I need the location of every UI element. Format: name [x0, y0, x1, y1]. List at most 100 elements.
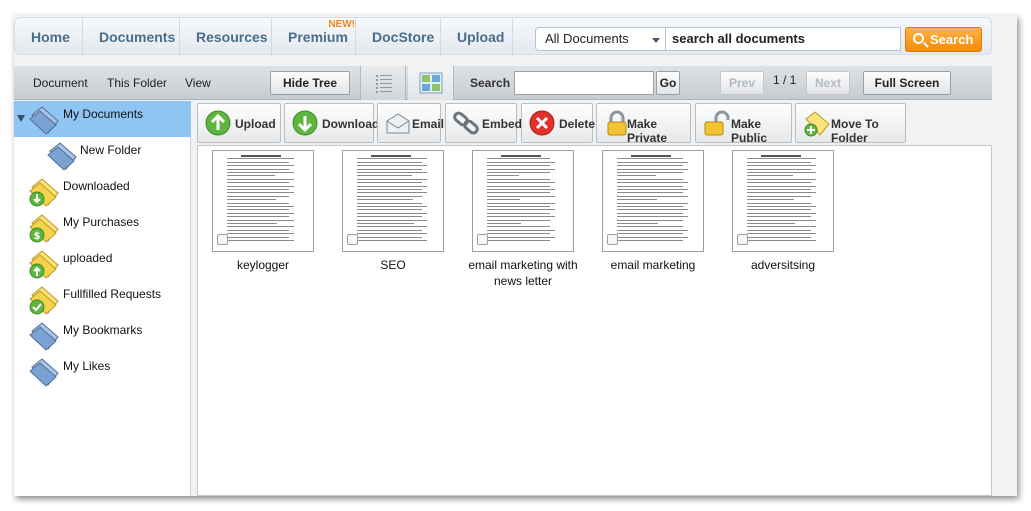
- move-to-folder-button[interactable]: Move To Folder: [795, 103, 906, 145]
- page-text-line: [617, 168, 688, 170]
- list-view-tab[interactable]: [360, 66, 406, 100]
- page-text-line: [357, 161, 422, 163]
- page-text-line: [227, 172, 294, 173]
- nav-upload[interactable]: Upload: [441, 18, 513, 56]
- document-thumbnail[interactable]: [732, 150, 834, 252]
- search-button[interactable]: Search: [905, 27, 982, 52]
- next-button[interactable]: Next: [806, 71, 850, 95]
- prev-button[interactable]: Prev: [720, 71, 764, 95]
- tree-item-label: New Folder: [80, 143, 142, 157]
- page-text-line: [357, 158, 427, 160]
- page-text-line: [617, 195, 688, 197]
- folder-check-icon: [29, 286, 59, 315]
- upload-button[interactable]: Upload: [197, 103, 281, 143]
- document-checkbox[interactable]: [607, 234, 618, 245]
- page-text-line: [227, 206, 294, 207]
- menu-document[interactable]: Document: [33, 66, 88, 100]
- folder-add-icon: [804, 111, 830, 137]
- search-scope-value: All Documents: [545, 31, 629, 46]
- tree-item-new-folder[interactable]: New Folder: [14, 137, 191, 173]
- tree-item-downloaded[interactable]: Downloaded: [14, 173, 191, 209]
- thumbnail-view-tab[interactable]: [408, 66, 454, 100]
- search-button-label: Search: [930, 32, 974, 47]
- page-text-line: [617, 158, 683, 160]
- search-icon: [913, 33, 924, 44]
- make-public-button-label: Make Public: [731, 117, 768, 145]
- page-text-line: [227, 216, 289, 218]
- tree-item-my-likes[interactable]: My Likes: [14, 353, 191, 389]
- search-scope-select[interactable]: All Documents: [535, 27, 666, 51]
- tree-item-label: My Documents: [63, 107, 144, 121]
- document-checkbox[interactable]: [477, 234, 488, 245]
- nav-premium[interactable]: Premium NEW!: [272, 18, 356, 56]
- go-button[interactable]: Go: [656, 71, 680, 95]
- download-button[interactable]: Download: [284, 103, 379, 143]
- page-text-line: [357, 178, 427, 180]
- document-page-preview: [227, 155, 299, 245]
- full-screen-button[interactable]: Full Screen: [863, 71, 951, 95]
- search-input[interactable]: search all documents: [666, 27, 901, 51]
- page-text-line: [227, 189, 289, 190]
- document-thumbnail[interactable]: [472, 150, 574, 252]
- document-name[interactable]: email marketing with news letter: [458, 257, 588, 289]
- nav-docstore[interactable]: DocStore: [356, 18, 441, 56]
- page-text-line: [357, 192, 427, 194]
- document-thumbnail[interactable]: [602, 150, 704, 252]
- document-name[interactable]: adversitsing: [718, 257, 848, 273]
- page-text-line: [747, 199, 794, 201]
- thumbnail-view-icon: [419, 72, 443, 94]
- page-text-line: [227, 182, 289, 184]
- tree-item-my-documents[interactable]: My Documents: [14, 101, 191, 137]
- document-checkbox[interactable]: [737, 234, 748, 245]
- make-public-button[interactable]: Make Public: [695, 103, 792, 145]
- embed-button[interactable]: Embed: [445, 103, 522, 143]
- document-name[interactable]: keylogger: [198, 257, 328, 273]
- page-text-line: [227, 223, 277, 224]
- nav-home-label: Home: [31, 29, 70, 45]
- nav-documents[interactable]: Documents: [83, 18, 180, 56]
- page-text-line: [617, 233, 683, 235]
- hide-tree-button[interactable]: Hide Tree: [270, 71, 350, 95]
- document-name[interactable]: email marketing: [588, 257, 718, 273]
- page-text-line: [487, 172, 550, 173]
- toolbar-search-input[interactable]: [514, 71, 654, 95]
- envelope-icon: [386, 113, 410, 134]
- page-text-line: [747, 192, 816, 194]
- tree-item-my-purchases[interactable]: $ My Purchases: [14, 209, 191, 245]
- page-text-line: [487, 189, 555, 190]
- document-thumbnail[interactable]: [212, 150, 314, 252]
- document-checkbox[interactable]: [347, 234, 358, 245]
- document-page-preview: [747, 155, 819, 245]
- nav-home[interactable]: Home: [15, 18, 83, 56]
- page-text-line: [487, 185, 550, 187]
- nav-resources[interactable]: Resources: [180, 18, 272, 56]
- page-text-line: [227, 199, 276, 201]
- document-checkbox[interactable]: [217, 234, 228, 245]
- tree-item-my-bookmarks[interactable]: My Bookmarks: [14, 317, 191, 353]
- page-text-line: [747, 233, 816, 235]
- menu-view[interactable]: View: [185, 66, 211, 100]
- document-name[interactable]: SEO: [328, 257, 458, 273]
- page-text-line: [747, 209, 811, 211]
- tree-item-label: My Likes: [63, 359, 111, 373]
- nav-resources-label: Resources: [196, 29, 268, 45]
- page-text-line: [747, 178, 816, 180]
- tree-item-label: Downloaded: [63, 179, 130, 193]
- tree-expand-icon[interactable]: [17, 115, 25, 122]
- delete-button[interactable]: Delete: [521, 103, 595, 143]
- email-button[interactable]: Email: [377, 103, 444, 143]
- page-text-line: [747, 182, 811, 184]
- document-thumbnail[interactable]: [342, 150, 444, 252]
- menu-this-folder[interactable]: This Folder: [107, 66, 167, 100]
- document-grid: keylogger SEO email marketing with news …: [197, 145, 992, 496]
- make-private-button[interactable]: Make Private: [596, 103, 691, 145]
- page-text-line: [747, 189, 811, 190]
- page-text-line: [487, 219, 550, 221]
- document-page-preview: [617, 155, 689, 245]
- page-text-line: [617, 202, 688, 204]
- page-text-line: [747, 236, 811, 238]
- page-text-line: [357, 223, 414, 224]
- tree-item-fulfilled-requests[interactable]: Fullfilled Requests: [14, 281, 191, 317]
- tree-item-uploaded[interactable]: uploaded: [14, 245, 191, 281]
- make-private-button-label: Make Private: [627, 117, 668, 145]
